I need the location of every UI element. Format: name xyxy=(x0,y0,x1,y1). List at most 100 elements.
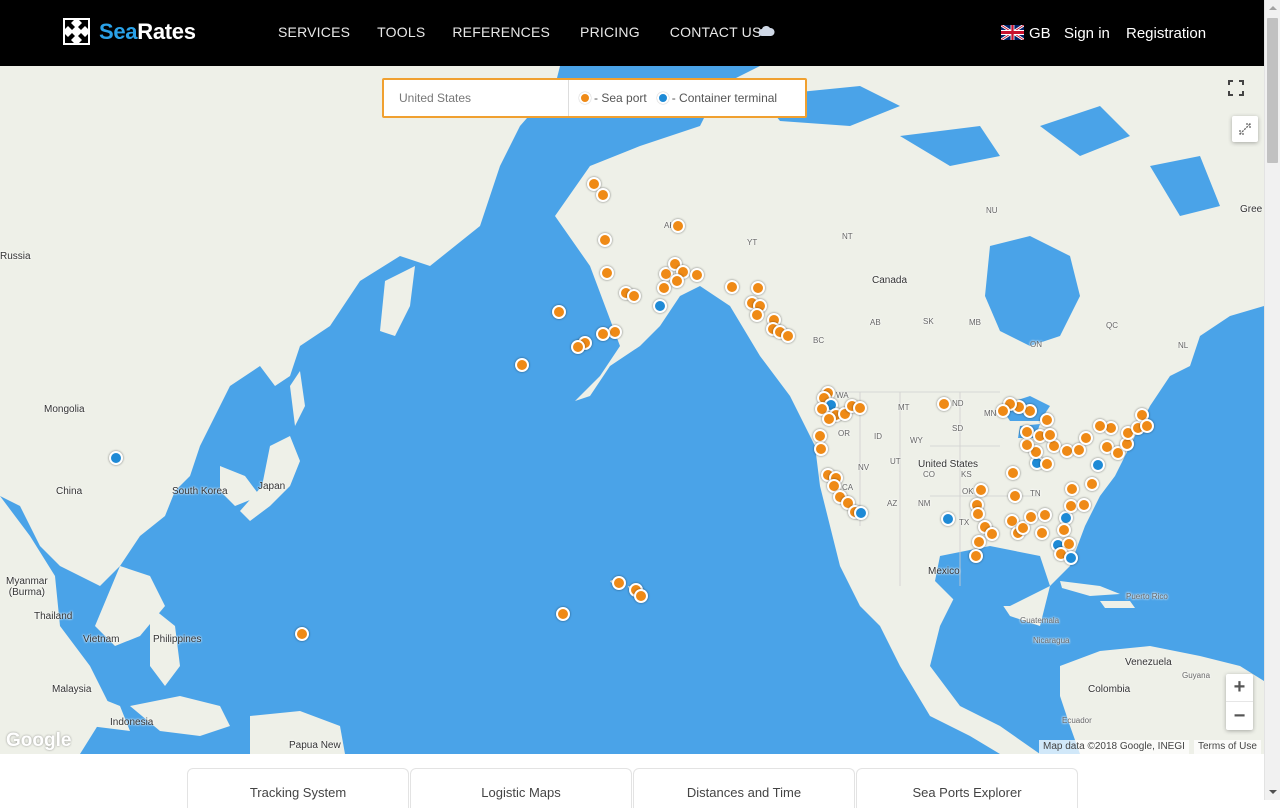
sea-port-marker[interactable] xyxy=(969,549,983,563)
label-malaysia: Malaysia xyxy=(52,684,92,695)
sea-port-marker[interactable] xyxy=(1093,419,1107,433)
sea-port-marker[interactable] xyxy=(657,281,671,295)
label-tx: TX xyxy=(959,518,970,527)
tab-distances-and-time[interactable]: Distances and Time xyxy=(633,768,855,808)
sea-port-marker[interactable] xyxy=(1040,413,1054,427)
sea-port-marker[interactable] xyxy=(751,281,765,295)
sea-port-marker[interactable] xyxy=(608,325,622,339)
sea-port-marker[interactable] xyxy=(1008,489,1022,503)
sea-port-marker[interactable] xyxy=(295,627,309,641)
tab-logistic-maps[interactable]: Logistic Maps xyxy=(410,768,632,808)
sea-port-marker[interactable] xyxy=(634,589,648,603)
nav-references[interactable]: REFERENCES xyxy=(452,24,550,40)
nav-pricing[interactable]: PRICING xyxy=(580,24,640,40)
sea-port-marker[interactable] xyxy=(671,219,685,233)
container-terminal-marker[interactable] xyxy=(941,512,955,526)
nav-services[interactable]: SERVICES xyxy=(278,24,350,40)
sea-port-marker[interactable] xyxy=(974,483,988,497)
container-terminal-legend-icon xyxy=(656,92,669,104)
sea-port-marker[interactable] xyxy=(600,266,614,280)
sea-port-marker[interactable] xyxy=(1035,526,1049,540)
logo-text-rates: Rates xyxy=(137,18,196,44)
page-scrollbar[interactable] xyxy=(1264,0,1280,800)
label-ecuador: Ecuador xyxy=(1062,716,1092,725)
sea-port-marker[interactable] xyxy=(781,329,795,343)
nav-tools[interactable]: TOOLS xyxy=(377,24,425,40)
sea-port-marker[interactable] xyxy=(725,280,739,294)
label-bc: BC xyxy=(813,336,825,345)
label-nu: NU xyxy=(986,206,998,215)
uk-flag-icon[interactable] xyxy=(1001,25,1024,40)
sea-port-marker[interactable] xyxy=(1020,438,1034,452)
region-selector[interactable]: GB xyxy=(1029,25,1051,42)
sea-port-marker[interactable] xyxy=(1079,431,1093,445)
container-terminal-marker[interactable] xyxy=(1091,458,1105,472)
sea-port-marker[interactable] xyxy=(750,308,764,322)
sea-port-marker[interactable] xyxy=(1072,443,1086,457)
sea-port-marker[interactable] xyxy=(971,507,985,521)
sea-port-marker[interactable] xyxy=(552,305,566,319)
sea-port-marker[interactable] xyxy=(813,429,827,443)
scroll-down-arrow-icon[interactable] xyxy=(1265,784,1280,800)
container-terminal-marker[interactable] xyxy=(109,451,123,465)
label-colombia: Colombia xyxy=(1088,684,1131,695)
sea-port-marker[interactable] xyxy=(556,607,570,621)
sea-port-marker[interactable] xyxy=(612,576,626,590)
fullscreen-icon[interactable] xyxy=(1222,74,1250,102)
sea-port-marker[interactable] xyxy=(596,188,610,202)
label-myanmar: Myanmar (Burma) xyxy=(6,576,48,598)
zoom-in-button[interactable]: + xyxy=(1226,674,1253,702)
sea-port-marker[interactable] xyxy=(1038,508,1052,522)
label-papua: Papua New xyxy=(289,740,341,751)
nav-contact-us[interactable]: CONTACT US xyxy=(670,24,762,40)
sea-port-marker[interactable] xyxy=(1006,466,1020,480)
sea-port-marker[interactable] xyxy=(571,340,585,354)
sign-in-link[interactable]: Sign in xyxy=(1064,25,1110,42)
sea-port-marker[interactable] xyxy=(670,274,684,288)
sea-port-marker[interactable] xyxy=(598,233,612,247)
sea-port-marker[interactable] xyxy=(1064,499,1078,513)
sea-port-marker[interactable] xyxy=(1024,510,1038,524)
sea-port-marker[interactable] xyxy=(814,442,828,456)
scrollbar-thumb[interactable] xyxy=(1267,18,1278,163)
tab-sea-ports-explorer[interactable]: Sea Ports Explorer xyxy=(856,768,1078,808)
sea-port-marker[interactable] xyxy=(972,535,986,549)
country-search-input[interactable] xyxy=(384,80,569,116)
container-terminal-marker[interactable] xyxy=(653,299,667,313)
label-wa: WA xyxy=(836,391,849,400)
scroll-up-arrow-icon[interactable] xyxy=(1265,0,1280,16)
label-russia: Russia xyxy=(0,251,31,262)
sea-port-marker[interactable] xyxy=(1065,482,1079,496)
sea-port-marker[interactable] xyxy=(690,268,704,282)
sea-port-marker[interactable] xyxy=(1140,419,1154,433)
sea-port-marker[interactable] xyxy=(1043,428,1057,442)
container-terminal-marker[interactable] xyxy=(854,506,868,520)
sea-port-marker[interactable] xyxy=(1057,523,1071,537)
container-terminal-marker[interactable] xyxy=(1064,551,1078,565)
sea-port-marker[interactable] xyxy=(1077,498,1091,512)
label-thailand: Thailand xyxy=(34,611,73,622)
terms-of-use-link[interactable]: Terms of Use xyxy=(1194,740,1261,754)
expand-icon[interactable] xyxy=(1232,116,1258,142)
tab-tracking-system[interactable]: Tracking System xyxy=(187,768,409,808)
zoom-out-button[interactable]: − xyxy=(1226,702,1253,730)
sea-port-marker[interactable] xyxy=(596,327,610,341)
logo[interactable]: SeaRates xyxy=(63,18,196,45)
sea-port-marker[interactable] xyxy=(996,404,1010,418)
port-search-panel: - Sea port - Container terminal xyxy=(382,78,807,118)
sea-port-marker[interactable] xyxy=(515,358,529,372)
zoom-controls: + − xyxy=(1226,674,1253,730)
label-japan: Japan xyxy=(258,481,286,492)
label-nv: NV xyxy=(858,463,870,472)
cloud-icon[interactable] xyxy=(758,24,775,42)
sea-port-marker[interactable] xyxy=(985,527,999,541)
sea-port-marker[interactable] xyxy=(822,412,836,426)
sea-port-marker[interactable] xyxy=(1085,477,1099,491)
ports-map[interactable]: Russia Mongolia China South Korea Japan … xyxy=(0,66,1264,754)
sea-port-marker[interactable] xyxy=(937,397,951,411)
sea-port-marker[interactable] xyxy=(853,401,867,415)
sea-port-marker[interactable] xyxy=(627,289,641,303)
sea-port-marker[interactable] xyxy=(1040,457,1054,471)
sea-port-marker[interactable] xyxy=(1020,425,1034,439)
registration-link[interactable]: Registration xyxy=(1126,25,1206,42)
